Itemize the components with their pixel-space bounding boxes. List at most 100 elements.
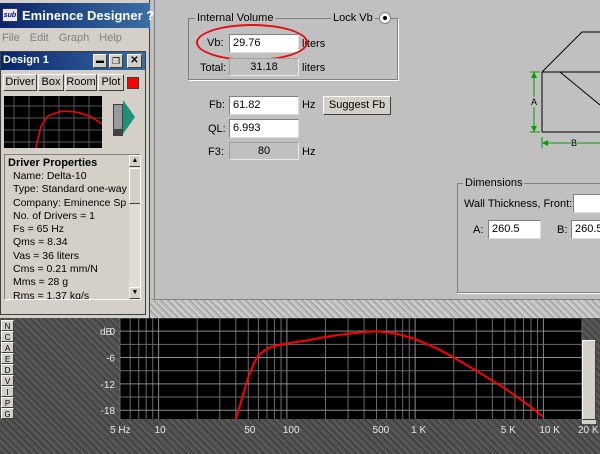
tab-plot[interactable]: Plot [98, 74, 124, 91]
x-tick-label: 500 [373, 425, 390, 436]
x-tick-label: 1 K [411, 425, 426, 436]
app-title: Eminence Designer ? [22, 8, 155, 23]
response-chart: 5 Hz 10 50 100 500 1 K5 K 10 K 20 K 0-6-12-18 d… [100, 318, 599, 436]
property-item: Name: Delta-10 [13, 170, 87, 182]
side-button-v[interactable]: V [1, 375, 14, 386]
side-button-d[interactable]: D [1, 364, 14, 375]
scroll-up-button[interactable]: ▲ [129, 155, 140, 167]
x-tick-label: 20 K [578, 425, 599, 436]
x-tick-label: 5 K [501, 425, 516, 436]
driver-properties-list: Name: Delta-10 Type: Standard one-way Co… [13, 170, 131, 300]
menu-bar: File Edit Graph Help [0, 30, 150, 48]
menu-graph[interactable]: Graph [59, 32, 90, 44]
graph-scrollbar[interactable] [582, 340, 596, 424]
side-button-column: N C A E D V I P G [1, 320, 15, 435]
a-input[interactable]: 260.5 [488, 220, 541, 239]
x-tick-label: 10 K [539, 425, 560, 436]
internal-volume-label: Internal Volume [195, 12, 276, 24]
design-window: Design 1 ▬ ❐ ✕ Driver Box Room Plot Driv… [0, 51, 146, 315]
mini-plot-bg [4, 96, 102, 148]
driver-icon-cone [123, 100, 135, 134]
dim-a-arrowhead [531, 126, 537, 132]
driver-icon [111, 100, 137, 140]
lock-vb-label: Lock Vb [331, 12, 375, 24]
side-button-e[interactable]: E [1, 353, 14, 364]
vb-highlight-ellipse [196, 24, 308, 61]
b-input[interactable]: 260.5 [571, 220, 600, 239]
fb-label: Fb: [209, 99, 225, 111]
title-bar[interactable]: sub Eminence Designer ? [0, 3, 154, 28]
side-button-n[interactable]: N [1, 320, 14, 331]
x-tick-label: 5 Hz [110, 425, 131, 436]
scroll-down-button[interactable]: ▼ [129, 287, 140, 299]
property-item: Rms = 1.37 kg/s [13, 289, 90, 300]
suggest-fb-button[interactable]: Suggest Fb [323, 96, 391, 115]
fb-unit: Hz [302, 99, 316, 111]
design-title-bar[interactable]: Design 1 ▬ ❐ ✕ [1, 52, 145, 70]
side-button-g[interactable]: G [1, 408, 14, 419]
property-item: Type: Standard one-way [13, 183, 127, 196]
total-value: 31.18 [229, 58, 299, 76]
side-button-p[interactable]: P [1, 397, 14, 408]
side-button-c[interactable]: C [1, 331, 14, 342]
driver-icon-base [113, 130, 123, 136]
radio-dot [383, 16, 387, 20]
graph-scroll-thumb[interactable] [582, 340, 596, 420]
x-tick-label: 10 [155, 425, 167, 436]
x-tick-label: 50 [244, 425, 256, 436]
driver-icon-box [113, 104, 123, 130]
close-icon[interactable]: ✕ [127, 54, 142, 68]
property-item: Vas = 36 liters [13, 249, 80, 262]
total-label: Total: [200, 62, 227, 74]
property-item: Mms = 28 g [13, 276, 69, 289]
y-tick-label: -6 [106, 354, 115, 365]
dim-b-arrowhead [542, 140, 548, 146]
f3-label: F3: [208, 146, 224, 158]
menu-help[interactable]: Help [99, 32, 122, 44]
y-tick-label: -18 [101, 406, 116, 417]
design-title: Design 1 [3, 54, 49, 66]
restore-button[interactable]: ❐ [109, 54, 123, 68]
property-item: Company: Eminence Sp [13, 196, 127, 209]
lock-vb-radio[interactable] [379, 12, 391, 24]
side-button-i[interactable]: I [1, 386, 14, 397]
tab-room[interactable]: Room [65, 74, 97, 91]
box-outline [541, 31, 600, 73]
y-tick-label: -12 [101, 380, 116, 391]
x-tick-labels: 5 Hz 10 50 100 500 1 K 5 K 10 K 20 K [110, 425, 599, 436]
f3-unit: Hz [302, 146, 316, 158]
tab-driver[interactable]: Driver [3, 74, 37, 91]
f3-value: 80 [229, 142, 299, 160]
a-label: A: [473, 224, 484, 236]
scroll-thumb[interactable] [129, 168, 140, 204]
box-drawing [530, 31, 600, 148]
db-label: dB [100, 327, 113, 338]
b-label: B: [557, 224, 568, 236]
dimensions-label: Dimensions [463, 177, 525, 189]
mini-response-plot [4, 96, 102, 148]
total-unit: liters [302, 62, 326, 74]
ql-label: QL: [208, 123, 226, 135]
property-item: Qms = 8.34 [13, 236, 68, 249]
ql-input[interactable]: 6.993 [229, 119, 299, 138]
property-item: Fs = 65 Hz [13, 223, 65, 236]
property-item: No. of Drivers = 1 [13, 209, 95, 222]
dim-b-label: B [571, 138, 578, 148]
app-icon[interactable]: sub [2, 8, 18, 22]
color-swatch[interactable] [127, 77, 139, 89]
menu-file[interactable]: File [2, 32, 20, 44]
y-tick-labels: 0-6-12-18 [101, 327, 116, 417]
driver-properties-panel: Driver Properties Name: Delta-10 Type: S… [4, 154, 141, 300]
wall-thickness-label: Wall Thickness, Front: [464, 198, 573, 210]
property-item: Cms = 0.21 mm/N [13, 263, 98, 276]
side-button-a[interactable]: A [1, 342, 14, 353]
minimize-button[interactable]: ▬ [93, 54, 107, 68]
menu-edit[interactable]: Edit [30, 32, 49, 44]
properties-scrollbar[interactable]: ▲ ▼ [129, 155, 140, 299]
tab-box[interactable]: Box [38, 74, 64, 91]
fb-input[interactable]: 61.82 [229, 96, 299, 115]
wall-thickness-input[interactable] [573, 194, 600, 213]
box-diagonal [559, 71, 600, 106]
driver-properties-heading: Driver Properties [8, 157, 98, 169]
x-tick-label: 100 [283, 425, 300, 436]
